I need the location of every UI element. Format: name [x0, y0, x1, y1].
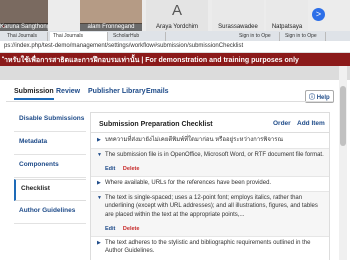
checklist-panel: Submission Preparation Checklist Order A…: [90, 112, 330, 260]
side-nav-metadata[interactable]: Metadata: [14, 133, 86, 155]
order-button[interactable]: Order: [273, 120, 291, 127]
divider: [91, 176, 329, 177]
workflow-tabs: Submission Review Publisher Library Emai…: [0, 86, 335, 100]
checklist-item-text: The text is single-spaced; uses a 12-poi…: [105, 195, 318, 218]
delete-link[interactable]: Delete: [123, 166, 140, 172]
side-nav-author-guidelines[interactable]: Author Guidelines: [14, 202, 86, 224]
participant-name: Araya Yordchim: [155, 24, 199, 30]
checklist-item-text: บทความที่ส่งมายังไม่เคยตีพิมพ์ที่ใดมาก่อ…: [105, 137, 284, 143]
participant-name: Surassawadee: [218, 24, 258, 30]
participant-name: Natpatsaya: [271, 24, 303, 30]
checklist-item[interactable]: ▼ The text is single-spaced; uses a 12-p…: [91, 192, 329, 236]
header-bar: [0, 66, 350, 80]
divider: [91, 132, 329, 133]
side-nav-components[interactable]: Components: [14, 156, 86, 178]
browser-tab-bar: Thai Journals Thai Journals ScholarHub S…: [0, 31, 350, 41]
item-actions: Edit Delete: [105, 226, 139, 232]
add-item-button[interactable]: Add Item: [297, 120, 325, 127]
browser-tab[interactable]: Sign in to Ope: [236, 32, 280, 41]
participant-name: Karuna Sangthong: [0, 23, 48, 31]
edit-link[interactable]: Edit: [105, 226, 115, 232]
browser-tab[interactable]: Thai Journals: [50, 32, 108, 41]
checklist-item[interactable]: ▶ The text adheres to the stylistic and …: [91, 239, 329, 259]
participant-tile[interactable]: A Araya Yordchim: [146, 0, 208, 31]
item-actions: Edit Delete: [105, 166, 139, 172]
checklist-item-text: The submission file is in OpenOffice, Mi…: [105, 152, 324, 158]
collapse-caret-icon[interactable]: ▼: [97, 195, 102, 201]
side-nav-disable-submissions[interactable]: Disable Submissions: [14, 110, 86, 132]
scrollbar-thumb[interactable]: [340, 86, 346, 146]
checklist-item-text: The text adheres to the stylistic and bi…: [105, 240, 311, 255]
divider: [6, 101, 333, 102]
meeting-participant-strip: ● Karuna Sangthong alam Fronnegand A Ara…: [0, 0, 350, 31]
checklist-item[interactable]: ▼ The submission file is in OpenOffice, …: [91, 149, 329, 176]
tab-review[interactable]: Review: [56, 86, 80, 100]
edit-link[interactable]: Edit: [105, 166, 115, 172]
participant-tile[interactable]: ● Karuna Sangthong: [0, 0, 48, 31]
url-text: ps://index.php/test-demo/management/sett…: [4, 43, 244, 49]
panel-title: Submission Preparation Checklist: [99, 121, 213, 128]
address-bar[interactable]: ps://index.php/test-demo/management/sett…: [0, 41, 350, 53]
next-page-icon[interactable]: >: [312, 8, 325, 21]
participant-tile[interactable]: Natpatsaya: [266, 0, 308, 31]
expand-caret-icon[interactable]: ▶: [97, 137, 101, 143]
collapse-caret-icon[interactable]: ▼: [97, 152, 102, 158]
page-scrollbar[interactable]: [339, 66, 347, 260]
participant-tile[interactable]: Surassawadee: [212, 0, 264, 31]
demo-banner: ำหรับใช้เพื่อการสาธิตและการฝึกอบรมเท่านั…: [0, 53, 350, 66]
browser-tab[interactable]: ScholarHub: [110, 32, 166, 41]
browser-tab[interactable]: Thai Journals: [4, 32, 48, 41]
delete-link[interactable]: Delete: [123, 226, 140, 232]
banner-text: ำหรับใช้เพื่อการสาธิตและการฝึกอบรมเท่านั…: [4, 57, 299, 64]
tab-publisher-library[interactable]: Publisher Library: [88, 86, 146, 100]
participant-tile[interactable]: alam Fronnegand: [80, 0, 142, 31]
participant-avatar-letter: A: [171, 2, 182, 19]
checklist-item[interactable]: ▶ บทความที่ส่งมายังไม่เคยตีพิมพ์ที่ใดมาก…: [91, 136, 329, 148]
expand-caret-icon[interactable]: ▶: [97, 180, 101, 186]
participant-name: alam Fronnegand: [80, 23, 142, 31]
tab-emails[interactable]: Emails: [146, 86, 169, 100]
tab-submission[interactable]: Submission: [14, 86, 54, 100]
divider: [91, 236, 329, 237]
browser-tab[interactable]: Sign in to Ope: [282, 32, 326, 41]
checklist-item-text: Where available, URLs for the references…: [105, 180, 272, 186]
expand-caret-icon[interactable]: ▶: [97, 240, 101, 246]
side-nav-checklist[interactable]: Checklist: [14, 179, 86, 201]
